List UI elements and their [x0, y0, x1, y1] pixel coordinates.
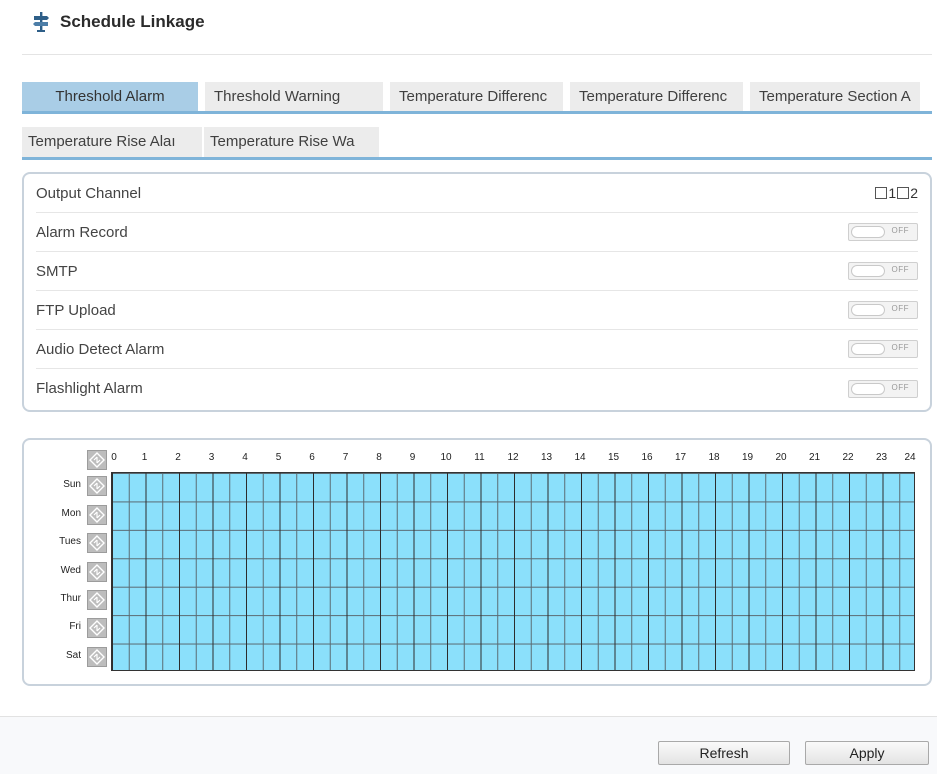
page-header: Schedule Linkage: [32, 10, 205, 34]
day-toggle-wed-icon[interactable]: [87, 561, 107, 582]
hour-label: 0: [111, 452, 117, 463]
tab-temperature-difference-1[interactable]: Temperature Differenc: [390, 82, 563, 111]
day-toggle-sun-icon[interactable]: [87, 476, 107, 497]
refresh-button[interactable]: Refresh: [658, 741, 790, 765]
tab-temperature-difference-2[interactable]: Temperature Differenc: [570, 82, 743, 111]
output-channel-checkboxes: 1 2: [875, 185, 918, 201]
apply-button[interactable]: Apply: [805, 741, 929, 765]
day-toggle-fri-icon[interactable]: [87, 618, 107, 639]
toggle-knob: [851, 382, 885, 395]
hour-label: 14: [574, 452, 586, 463]
hour-label: 2: [175, 452, 181, 463]
alarm-record-row: Alarm Record OFF: [36, 213, 918, 252]
audio-detect-alarm-toggle[interactable]: OFF: [848, 340, 918, 358]
tab-bar-row-2: Temperature Rise Alaı Temperature Rise W…: [22, 127, 932, 160]
channel-2-label: 2: [910, 185, 918, 201]
header-divider: [22, 54, 932, 55]
schedule-panel: 0 1 2 3 4 5 6 7 8 9 10 11 12 13 14 15 16 17 18 19 20 21 22 23 24…: [22, 438, 932, 686]
ftp-upload-toggle[interactable]: OFF: [848, 301, 918, 319]
tab-bar-row-1: Threshold Alarm Threshold Warning Temper…: [22, 82, 932, 114]
output-channel-label: Output Channel: [36, 184, 142, 202]
hour-label: 24: [904, 452, 916, 463]
hour-label: 22: [842, 452, 854, 463]
tab-temperature-rise-alarm[interactable]: Temperature Rise Alaı: [22, 127, 202, 157]
alarm-record-toggle[interactable]: OFF: [848, 223, 918, 241]
flashlight-alarm-label: Flashlight Alarm: [36, 380, 143, 397]
page-title: Schedule Linkage: [60, 12, 205, 31]
toggle-state-text: OFF: [891, 265, 909, 274]
tab-threshold-alarm[interactable]: Threshold Alarm: [22, 82, 198, 111]
smtp-row: SMTP OFF: [36, 252, 918, 291]
hour-label: 13: [540, 452, 553, 463]
hour-label: 20: [775, 452, 787, 463]
hour-label: 18: [708, 452, 720, 463]
day-toggle-mon-icon[interactable]: [87, 504, 107, 525]
day-label-fri: Fri: [69, 621, 81, 633]
day-label-wed: Wed: [60, 564, 81, 576]
flashlight-alarm-row: Flashlight Alarm OFF: [36, 369, 918, 408]
day-label-mon: Mon: [61, 507, 81, 519]
tab-temperature-rise-warning[interactable]: Temperature Rise Wa: [204, 127, 379, 157]
day-label-thur: Thur: [60, 592, 81, 604]
weekly-schedule: 0 1 2 3 4 5 6 7 8 9 10 11 12 13 14 15 16 17 18 19 20 21 22 23 24…: [39, 450, 919, 680]
audio-detect-alarm-row: Audio Detect Alarm OFF: [36, 330, 918, 369]
hour-label: 5: [275, 452, 282, 463]
hour-label: 4: [242, 452, 248, 463]
hour-label: 11: [474, 452, 485, 463]
toggle-knob: [851, 343, 885, 355]
toggle-state-text: OFF: [891, 226, 909, 235]
day-label-tues: Tues: [59, 536, 81, 548]
toggle-knob: [851, 265, 885, 277]
hour-label: 17: [674, 452, 687, 463]
smtp-toggle[interactable]: OFF: [848, 262, 918, 280]
hour-label: 1: [141, 452, 148, 463]
toggle-knob: [851, 226, 885, 238]
channel-1-label: 1: [888, 185, 897, 201]
day-label-sun: Sun: [63, 479, 81, 491]
hour-label: 15: [607, 452, 620, 463]
hour-label: 6: [309, 452, 315, 463]
channel-2-checkbox[interactable]: [897, 187, 910, 199]
output-channel-row: Output Channel 1 2: [36, 174, 918, 213]
hour-label: 9: [409, 452, 416, 463]
toggle-knob: [851, 304, 885, 316]
day-label-sat: Sat: [65, 649, 81, 661]
hour-label: 12: [507, 452, 519, 463]
day-toggle-thur-icon[interactable]: [87, 589, 107, 610]
hour-label: 10: [440, 452, 452, 463]
linkage-options-panel: Output Channel 1 2 Alarm Record OFF SMTP…: [22, 172, 932, 412]
hour-label: 23: [875, 452, 888, 463]
ftp-upload-row: FTP Upload OFF: [36, 291, 918, 330]
ftp-upload-label: FTP Upload: [36, 301, 116, 319]
toggle-state-text: OFF: [891, 304, 909, 313]
toggle-state-text: OFF: [891, 382, 909, 392]
footer-bar: [0, 717, 937, 774]
day-toggle-sat-icon[interactable]: [87, 646, 107, 667]
alarm-record-label: Alarm Record: [36, 223, 128, 241]
toggle-state-text: OFF: [891, 343, 909, 352]
hour-label: 3: [208, 452, 215, 463]
tab-temperature-section[interactable]: Temperature Section A: [750, 82, 920, 111]
signpost-icon: [33, 12, 49, 32]
audio-detect-alarm-label: Audio Detect Alarm: [36, 340, 165, 358]
hour-label: 19: [741, 452, 754, 463]
smtp-label: SMTP: [36, 262, 78, 280]
schedule-grid-cells[interactable]: [111, 472, 915, 671]
hour-label: 21: [808, 452, 821, 463]
channel-1-checkbox[interactable]: [875, 187, 888, 199]
invert-selection-icon[interactable]: [87, 450, 107, 470]
hour-label: 16: [641, 452, 653, 463]
flashlight-alarm-toggle[interactable]: OFF: [848, 379, 918, 398]
day-toggle-tues-icon[interactable]: [87, 533, 107, 554]
hour-label: 8: [376, 452, 382, 463]
tab-threshold-warning[interactable]: Threshold Warning: [205, 82, 383, 111]
hour-label: 7: [342, 452, 349, 463]
